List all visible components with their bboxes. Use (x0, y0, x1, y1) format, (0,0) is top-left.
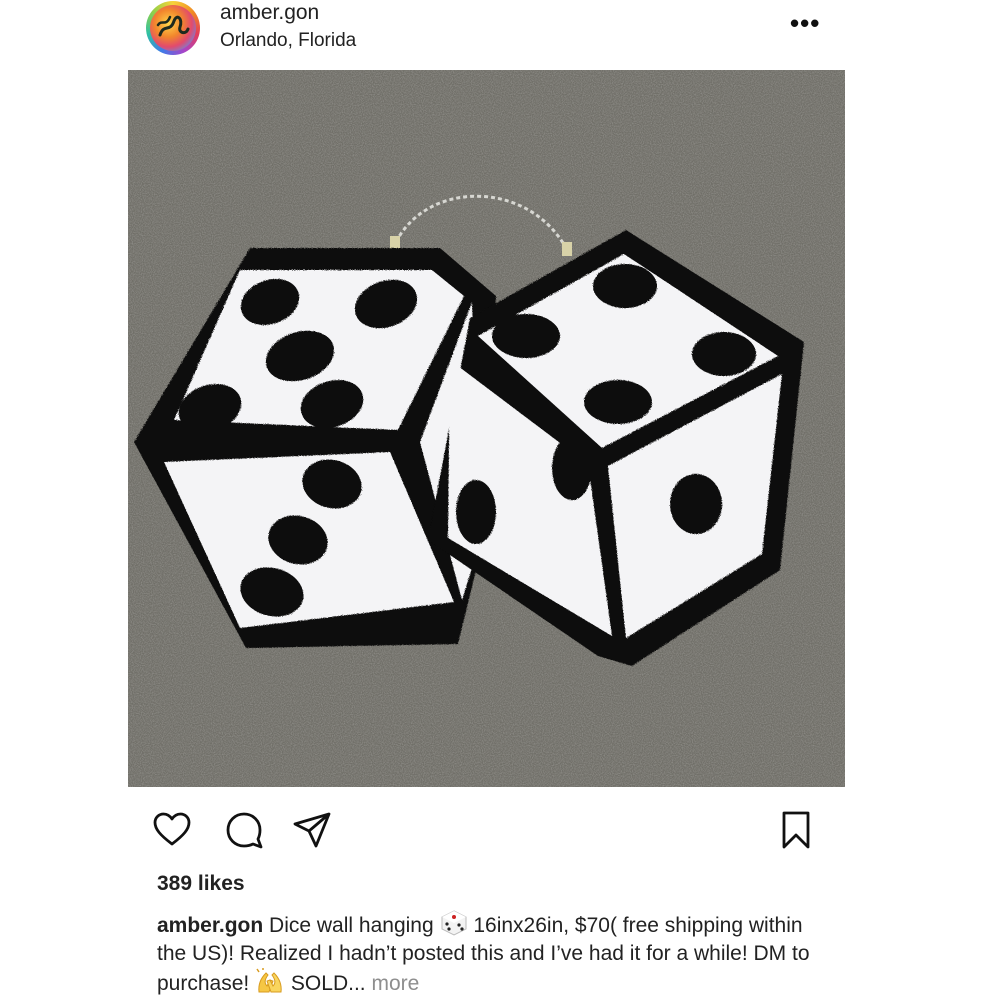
caption-text-3: SOLD... (290, 972, 366, 995)
avatar[interactable] (146, 1, 200, 55)
caption-text-1: Dice wall hanging (269, 914, 434, 937)
like-count[interactable]: 389 likes (157, 872, 245, 896)
avatar-image (150, 5, 196, 51)
caption-more-link[interactable]: more (371, 972, 419, 995)
post-caption: amber.gon Dice wall hanging 16inx26in, $… (157, 910, 817, 998)
comment-bubble-icon[interactable] (224, 810, 264, 850)
post-header: amber.gon Orlando, Florida ••• (0, 0, 1000, 68)
post-location[interactable]: Orlando, Florida (220, 30, 356, 52)
bookmark-icon[interactable] (776, 810, 816, 850)
heart-icon[interactable] (152, 810, 192, 850)
post-username[interactable]: amber.gon (220, 1, 319, 25)
post-actions (128, 800, 845, 860)
more-options-icon[interactable]: ••• (790, 8, 820, 39)
caption-username[interactable]: amber.gon (157, 914, 263, 937)
paper-plane-icon[interactable] (292, 810, 332, 850)
post-image[interactable] (128, 70, 845, 787)
game-die-emoji (441, 910, 466, 936)
raised-hands-emoji (256, 968, 282, 993)
